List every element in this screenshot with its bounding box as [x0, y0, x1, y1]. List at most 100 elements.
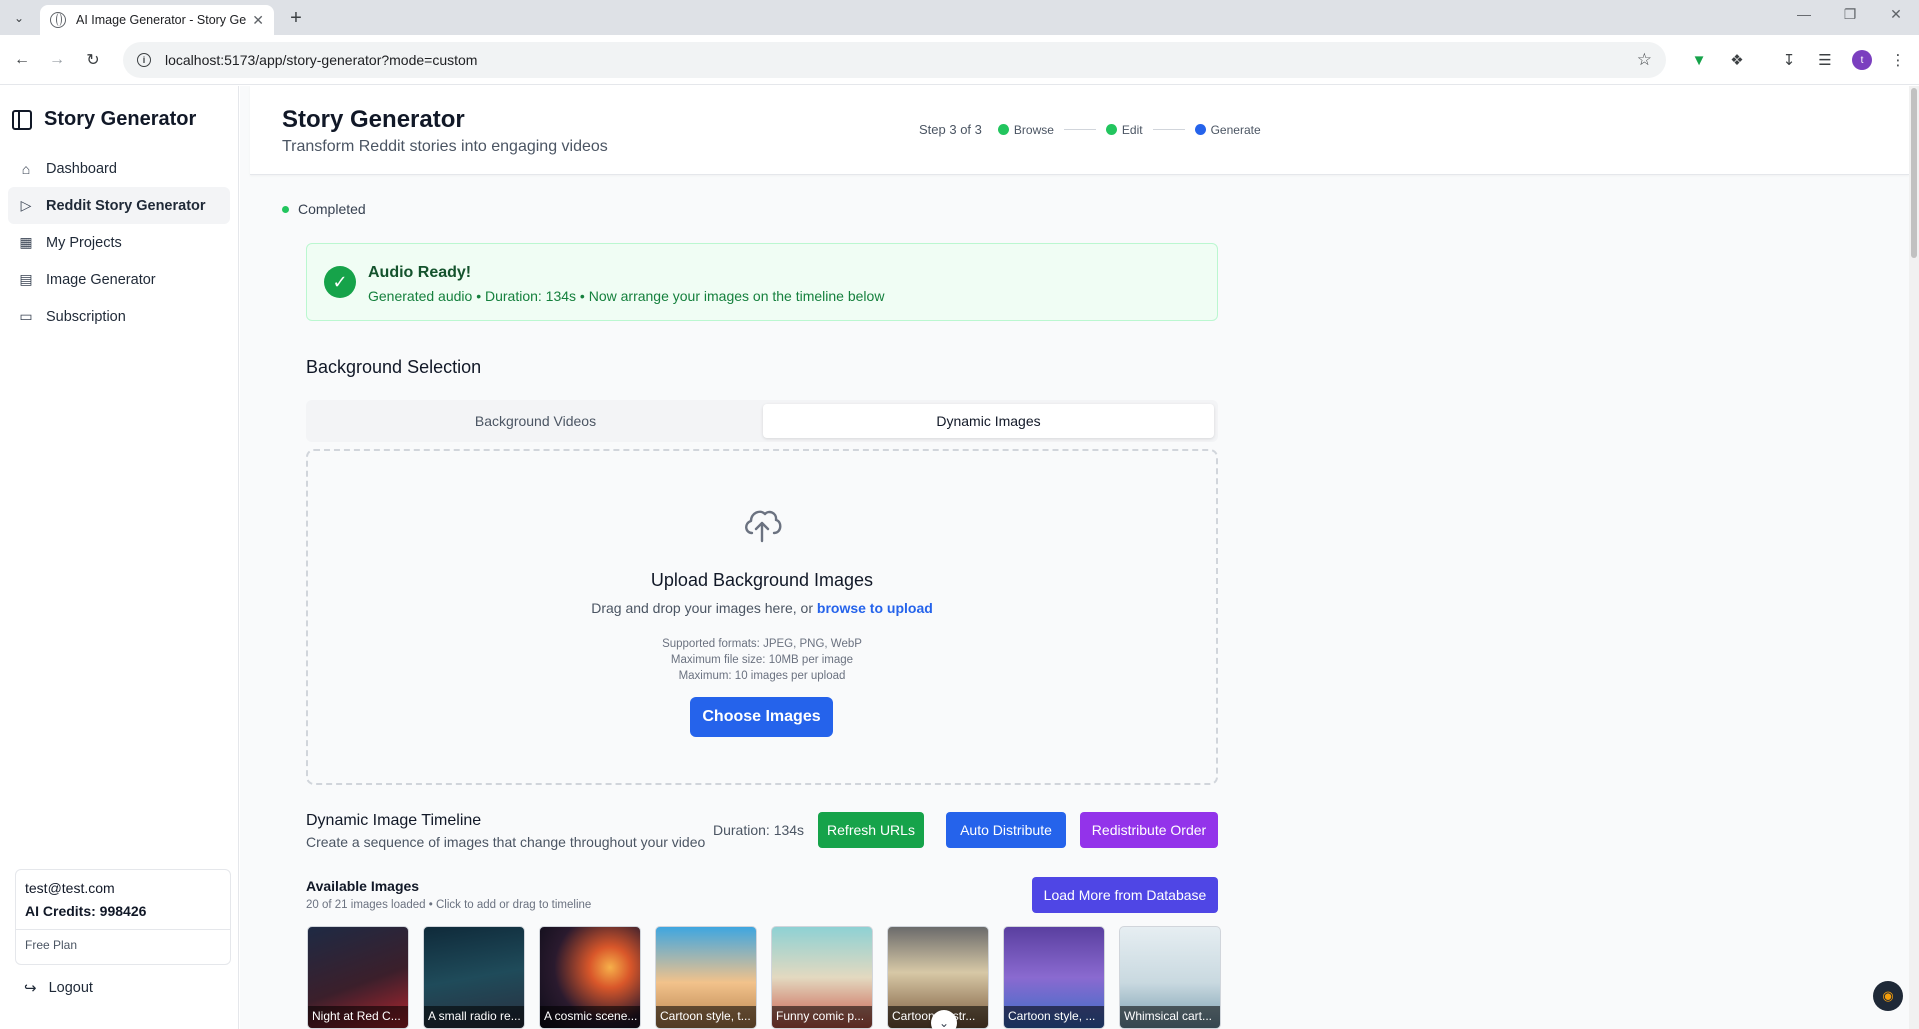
image-caption: Funny comic p... — [772, 1006, 872, 1028]
restore-icon[interactable]: ❐ — [1830, 6, 1870, 23]
step-edit: Edit — [1121, 122, 1143, 137]
tab-dynamic-images[interactable]: Dynamic Images — [763, 404, 1214, 438]
image-dropzone[interactable]: Upload Background Images Drag and drop y… — [306, 449, 1218, 785]
image-thumbnail[interactable]: Cartoon style, ... — [1003, 926, 1105, 1029]
image-thumbnail[interactable]: Funny comic p... — [771, 926, 873, 1029]
timeline-duration: Duration: 134s — [713, 822, 805, 838]
image-caption: Cartoon style, ... — [1004, 1006, 1104, 1028]
max-count: Maximum: 10 images per upload — [678, 670, 846, 682]
user-email: test@test.com — [25, 880, 115, 896]
image-caption: A cosmic scene... — [540, 1006, 640, 1028]
sidebar-item-subscription[interactable]: ▭ Subscription — [8, 298, 230, 335]
timeline-description: Create a sequence of images that change … — [306, 834, 706, 850]
globe-icon — [50, 12, 66, 28]
sidebar-item-label: Reddit Story Generator — [46, 197, 206, 214]
step-generate-dot — [1194, 124, 1206, 135]
tab-background-videos[interactable]: Background Videos — [310, 404, 761, 438]
available-images-description: 20 of 21 images loaded • Click to add or… — [306, 899, 592, 911]
grid-icon: ▦ — [19, 234, 33, 250]
check-icon: ✓ — [324, 266, 356, 298]
auto-distribute-button[interactable]: Auto Distribute — [946, 812, 1066, 848]
bookmark-star-icon[interactable]: ☆ — [1637, 50, 1652, 70]
sidebar-item-label: Image Generator — [46, 271, 156, 288]
page-scrollbar[interactable] — [1909, 86, 1919, 1029]
browser-tab[interactable]: AI Image Generator - Story Gen ✕ — [40, 5, 274, 35]
step-edit-dot — [1105, 124, 1117, 135]
image-thumbnail[interactable]: A cosmic scene... — [539, 926, 641, 1029]
site-info-icon[interactable]: i — [137, 53, 151, 67]
browser-menu-icon[interactable]: ⋮ — [1888, 50, 1908, 70]
load-more-button[interactable]: Load More from Database — [1032, 877, 1218, 913]
image-thumbnail[interactable]: A small radio re... — [423, 926, 525, 1029]
logout-button[interactable]: ↪ Logout — [24, 979, 93, 997]
sidebar-item-reddit-story-generator[interactable]: ▷ Reddit Story Generator — [8, 187, 230, 224]
image-caption: Whimsical cart... — [1120, 1006, 1220, 1028]
home-icon: ⌂ — [21, 160, 31, 177]
scrollbar-thumb[interactable] — [1911, 88, 1917, 258]
browser-toolbar: ← → ↻ i localhost:5173/app/story-generat… — [0, 35, 1919, 85]
sidebar-toggle-icon[interactable] — [12, 109, 32, 130]
user-card: test@test.com AI Credits: 998426 Free Pl… — [15, 869, 231, 965]
main-content: Story Generator Transform Reddit stories… — [240, 86, 1909, 1029]
download-icon[interactable]: ↧ — [1779, 50, 1799, 70]
sidebar-item-my-projects[interactable]: ▦ My Projects — [8, 224, 230, 261]
sidebar: Story Generator ⌂ Dashboard ▷ Reddit Sto… — [0, 86, 239, 1029]
redistribute-order-button[interactable]: Redistribute Order — [1080, 812, 1218, 848]
available-images-list: Night at Red C... A small radio re... A co… — [307, 926, 1235, 1029]
refresh-urls-button[interactable]: Refresh URLs — [818, 812, 924, 848]
close-tab-icon[interactable]: ✕ — [252, 12, 264, 29]
image-thumbnail[interactable]: Whimsical cart... — [1119, 926, 1221, 1029]
sidebar-item-label: Subscription — [46, 308, 126, 325]
tab-search-chevron-icon[interactable]: ⌄ — [8, 7, 30, 29]
new-tab-button[interactable]: + — [284, 6, 308, 30]
step-indicator: Step 3 of 3 Browse Edit Generate — [919, 122, 1261, 137]
status-indicator: Completed — [282, 201, 366, 217]
timeline-title: Dynamic Image Timeline — [306, 812, 482, 829]
image-caption: A small radio re... — [424, 1006, 524, 1028]
cloud-upload-icon — [745, 510, 782, 543]
sidebar-item-label: My Projects — [46, 234, 122, 251]
vue-devtools-icon[interactable]: ▼ — [1689, 50, 1709, 70]
tab-title: AI Image Generator - Story Gen — [76, 13, 246, 27]
audio-ready-alert: ✓ Audio Ready! Generated audio • Duratio… — [306, 243, 1218, 321]
sidebar-item-dashboard[interactable]: ⌂ Dashboard — [8, 150, 230, 187]
step-browse-dot — [997, 124, 1009, 135]
upload-title: Upload Background Images — [650, 570, 874, 590]
sidebar-item-image-generator[interactable]: ▤ Image Generator — [8, 261, 230, 298]
video-icon: ▷ — [20, 197, 32, 213]
scroll-down-chevron-icon[interactable]: ⌄ — [931, 1010, 957, 1029]
floating-help-button[interactable]: ◉ — [1873, 981, 1903, 1011]
address-bar[interactable]: i localhost:5173/app/story-generator?mod… — [123, 42, 1666, 78]
media-controls-icon[interactable]: ☰ — [1815, 50, 1835, 70]
status-text: Completed — [298, 201, 366, 217]
browse-to-upload-link[interactable]: browse to upload — [817, 600, 933, 616]
brand-name: Story Generator — [44, 108, 197, 130]
ai-credits: AI Credits: 998426 — [25, 903, 147, 919]
close-window-icon[interactable]: ✕ — [1876, 6, 1916, 23]
background-selection-title: Background Selection — [306, 357, 482, 377]
extensions-icon[interactable]: ❖ — [1727, 50, 1747, 70]
profile-avatar[interactable]: t — [1852, 50, 1872, 70]
image-caption: Night at Red C... — [308, 1006, 408, 1028]
choose-images-button[interactable]: Choose Images — [690, 697, 833, 737]
page-subtitle: Transform Reddit stories into engaging v… — [282, 138, 608, 155]
minimize-icon[interactable]: — — [1784, 6, 1824, 22]
step-generate: Generate — [1210, 122, 1261, 137]
image-caption: Cartoon style, t... — [656, 1006, 756, 1028]
brand: Story Generator — [12, 108, 196, 131]
status-dot — [282, 205, 289, 213]
image-icon: ▤ — [19, 271, 33, 287]
step-browse: Browse — [1013, 122, 1054, 137]
divider — [16, 929, 230, 930]
step-count: Step 3 of 3 — [919, 122, 982, 137]
reload-icon[interactable]: ↻ — [82, 49, 104, 71]
back-icon[interactable]: ← — [11, 49, 33, 71]
image-thumbnail[interactable]: Cartoon style, t... — [655, 926, 757, 1029]
sidebar-item-label: Dashboard — [46, 160, 117, 177]
supported-formats: Supported formats: JPEG, PNG, WebP — [662, 638, 862, 650]
forward-icon[interactable]: → — [46, 49, 68, 71]
upload-constraints: Supported formats: JPEG, PNG, WebP Maxim… — [308, 636, 1216, 684]
image-thumbnail[interactable]: Night at Red C... — [307, 926, 409, 1029]
step-connector — [1063, 129, 1096, 130]
audio-ready-description: Generated audio • Duration: 134s • Now a… — [368, 288, 885, 304]
